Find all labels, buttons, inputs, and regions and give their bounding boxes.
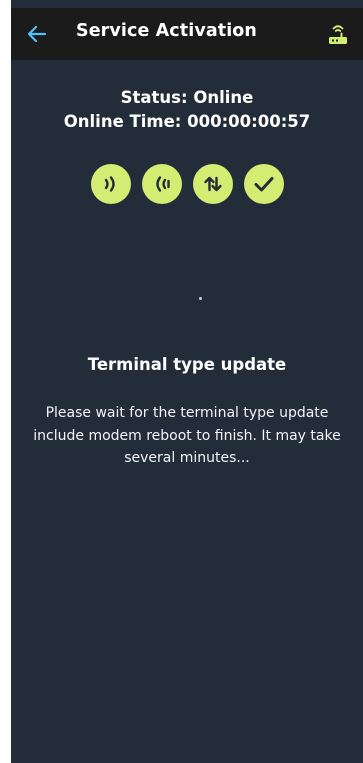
up-down-arrows-icon: [203, 176, 222, 192]
check-icon: [254, 177, 273, 192]
back-button[interactable]: [25, 22, 49, 46]
status-block: Status: Online Online Time: 000:00:00:57: [11, 86, 363, 134]
app-bar: Service Activation: [11, 8, 363, 60]
update-message: Please wait for the terminal type update…: [33, 405, 341, 466]
modem-button[interactable]: [325, 20, 351, 48]
online-time-text: Online Time: 000:00:00:57: [63, 112, 311, 131]
signal-right-indicator: [90, 164, 131, 204]
arrow-left-icon: [27, 25, 47, 43]
signal-right-icon: [104, 176, 115, 192]
status-text: Status: Online: [120, 88, 254, 107]
connected-indicator: [243, 164, 284, 204]
modem-router-icon: [329, 25, 347, 44]
page-title: Service Activation: [76, 21, 257, 41]
signal-left-icon: [155, 176, 170, 192]
signal-left-indicator: [141, 164, 182, 204]
data-transfer-indicator: [192, 164, 233, 204]
service-activation-screen: Service Activation Status: Online Online…: [11, 0, 363, 763]
status-indicators: [11, 164, 363, 204]
loading-spinner: [199, 297, 202, 300]
update-title: Terminal type update: [87, 355, 287, 374]
